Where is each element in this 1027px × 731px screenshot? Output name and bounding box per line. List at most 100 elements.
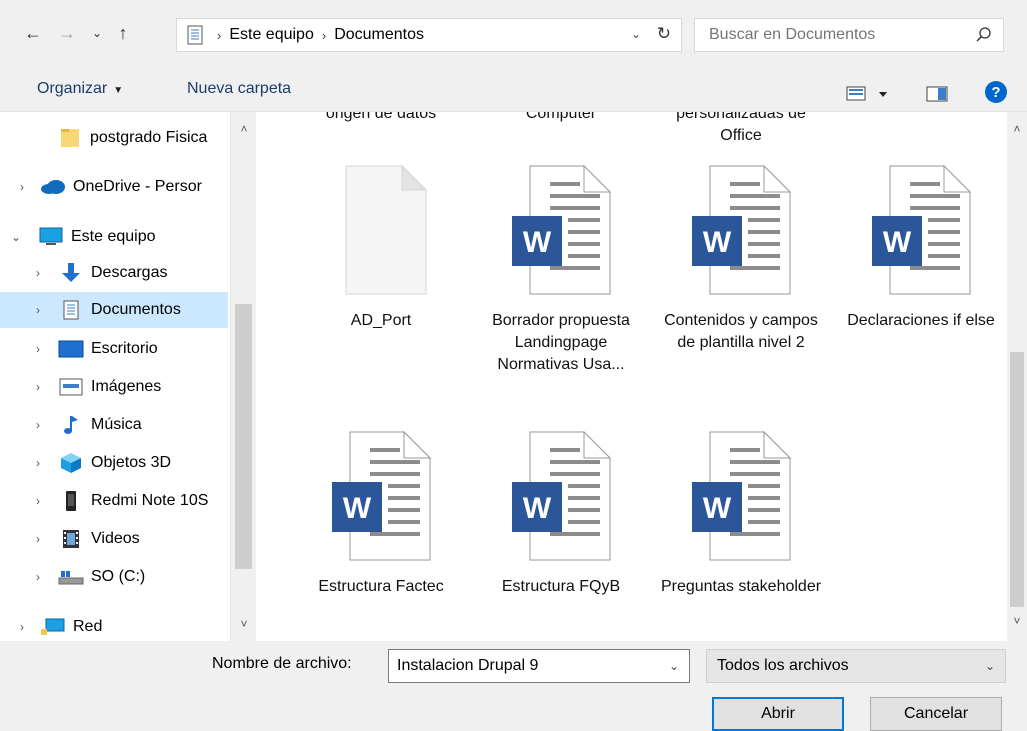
sidebar-item-imagenes[interactable]: › Imágenes: [0, 369, 230, 405]
breadcrumb-separator-icon[interactable]: ›: [217, 28, 221, 43]
sidebar-item-red[interactable]: › Red: [0, 609, 230, 641]
sidebar-item-videos[interactable]: › Videos: [0, 521, 230, 557]
blank-file-icon: [326, 160, 436, 300]
partial-file-label[interactable]: personalizadas de: [656, 112, 826, 125]
partial-file-label[interactable]: Computer: [476, 112, 646, 125]
computer-icon: [38, 226, 64, 248]
scroll-down-icon[interactable]: ˅: [1007, 614, 1027, 628]
view-options-button[interactable]: [846, 85, 890, 107]
address-row: ← → ⌄ ↑ › Este equipo › Documentos ⌄ ↻: [0, 0, 1027, 75]
back-arrow-icon[interactable]: ←: [22, 22, 44, 44]
folder-icon: [57, 127, 83, 149]
pictures-icon: [58, 376, 84, 398]
file-item[interactable]: W Declaraciones if else: [836, 160, 1006, 332]
scroll-down-icon[interactable]: ˅: [231, 617, 257, 631]
file-item[interactable]: W Borrador propuesta Landingpage Normati…: [476, 160, 646, 376]
filename-combobox[interactable]: ⌄: [388, 649, 690, 683]
video-icon: [58, 528, 84, 550]
view-list-icon: [846, 86, 887, 101]
search-icon[interactable]: [975, 26, 993, 48]
filename-label: Nombre de archivo:: [212, 655, 352, 672]
sidebar-item-descargas[interactable]: › Descargas: [0, 255, 230, 291]
sidebar-item-redmi-note[interactable]: › Redmi Note 10S: [0, 483, 230, 519]
address-dropdown-chevron-icon[interactable]: ⌄: [631, 27, 641, 41]
music-icon: [58, 414, 84, 436]
breadcrumb-este-equipo[interactable]: Este equipo: [229, 26, 314, 44]
chevron-right-icon[interactable]: ›: [30, 532, 46, 546]
search-input[interactable]: [709, 26, 959, 44]
caret-down-icon: ▼: [113, 85, 124, 96]
chevron-right-icon[interactable]: ›: [30, 342, 46, 356]
sidebar-item-so-c[interactable]: › SO (C:): [0, 559, 230, 595]
chevron-right-icon[interactable]: ›: [14, 620, 30, 634]
organize-menu-button[interactable]: Organizar ▼: [37, 80, 123, 98]
partial-file-label[interactable]: Office: [656, 125, 826, 147]
help-icon[interactable]: ?: [985, 81, 1007, 103]
search-box[interactable]: [694, 18, 1004, 52]
file-item[interactable]: W Estructura Factec: [296, 426, 466, 598]
sidebar-item-label: Este equipo: [71, 228, 156, 245]
svg-text:W: W: [883, 226, 912, 259]
filename-input[interactable]: [397, 657, 652, 675]
sidebar-item-onedrive[interactable]: › OneDrive - Persor: [0, 169, 230, 205]
sidebar-item-postgrado-fisica[interactable]: postgrado Fisica: [0, 120, 230, 156]
scrollbar-thumb[interactable]: [1010, 352, 1024, 607]
sidebar-item-label: Imágenes: [91, 378, 162, 395]
file-name: Borrador propuesta Landingpage Normativa…: [492, 312, 630, 373]
scrollbar-thumb[interactable]: [235, 304, 252, 569]
cancel-button[interactable]: Cancelar: [870, 697, 1002, 731]
partial-file-label[interactable]: origen de datos: [296, 112, 466, 125]
file-grid-scrollbar[interactable]: ˄ ˅: [1007, 112, 1027, 641]
address-bar[interactable]: › Este equipo › Documentos ⌄ ↻: [176, 18, 682, 52]
chevron-right-icon[interactable]: ›: [30, 418, 46, 432]
chevron-right-icon[interactable]: ›: [30, 494, 46, 508]
breadcrumb-documentos[interactable]: Documentos: [334, 26, 424, 44]
file-item[interactable]: W Estructura FQyB: [476, 426, 646, 598]
up-arrow-icon[interactable]: ↑: [112, 22, 134, 44]
filetype-select[interactable]: Todos los archivos ⌄: [706, 649, 1006, 683]
navigation-scrollbar[interactable]: ˄ ˅: [230, 112, 256, 641]
scroll-up-icon[interactable]: ˄: [231, 122, 257, 136]
chevron-right-icon[interactable]: ›: [30, 570, 46, 584]
download-icon: [58, 262, 84, 284]
file-name: Estructura FQyB: [501, 578, 621, 595]
navigation-pane: postgrado Fisica › OneDrive - Persor ⌄ E…: [0, 112, 230, 641]
chevron-right-icon[interactable]: ›: [30, 303, 46, 317]
file-item[interactable]: W Contenidos y campos de plantilla nivel…: [656, 160, 826, 354]
preview-pane-icon[interactable]: [926, 85, 948, 107]
cube-icon: [58, 452, 84, 474]
forward-arrow-icon[interactable]: →: [56, 22, 78, 44]
sidebar-item-objetos-3d[interactable]: › Objetos 3D: [0, 445, 230, 481]
command-toolbar: Organizar ▼ Nueva carpeta ?: [0, 75, 1027, 111]
chevron-right-icon[interactable]: ›: [30, 380, 46, 394]
breadcrumb-separator-icon[interactable]: ›: [322, 28, 326, 43]
recent-locations-chevron-icon[interactable]: ⌄: [86, 22, 108, 44]
refresh-icon[interactable]: ↻: [657, 24, 671, 44]
sidebar-item-label: OneDrive - Persor: [73, 178, 202, 195]
dialog-footer: Nombre de archivo: ⌄ Todos los archivos …: [0, 641, 1027, 731]
file-item[interactable]: W Preguntas stakeholder: [656, 426, 826, 598]
sidebar-item-escritorio[interactable]: › Escritorio: [0, 331, 230, 367]
svg-text:W: W: [703, 492, 732, 525]
desktop-icon: [58, 338, 84, 360]
sidebar-item-este-equipo[interactable]: ⌄ Este equipo: [0, 219, 230, 255]
file-item[interactable]: AD_Port: [296, 160, 466, 332]
svg-text:W: W: [343, 492, 372, 525]
word-document-icon: W: [506, 426, 616, 566]
chevron-right-icon[interactable]: ›: [30, 456, 46, 470]
chevron-down-icon[interactable]: ⌄: [8, 230, 24, 244]
documents-icon: [58, 299, 84, 321]
sidebar-item-label: Red: [73, 618, 103, 635]
sidebar-item-musica[interactable]: › Música: [0, 407, 230, 443]
chevron-right-icon[interactable]: ›: [30, 266, 46, 280]
chevron-right-icon[interactable]: ›: [14, 180, 30, 194]
chevron-down-icon[interactable]: ⌄: [669, 659, 679, 673]
sidebar-item-documentos[interactable]: › Documentos: [0, 292, 228, 328]
sidebar-item-label: Descargas: [91, 264, 168, 281]
sidebar-item-label: Música: [91, 416, 142, 433]
word-document-icon: W: [686, 426, 796, 566]
new-folder-button[interactable]: Nueva carpeta: [187, 80, 291, 98]
open-button[interactable]: Abrir: [712, 697, 844, 731]
organize-label: Organizar: [37, 80, 108, 97]
scroll-up-icon[interactable]: ˄: [1007, 122, 1027, 136]
